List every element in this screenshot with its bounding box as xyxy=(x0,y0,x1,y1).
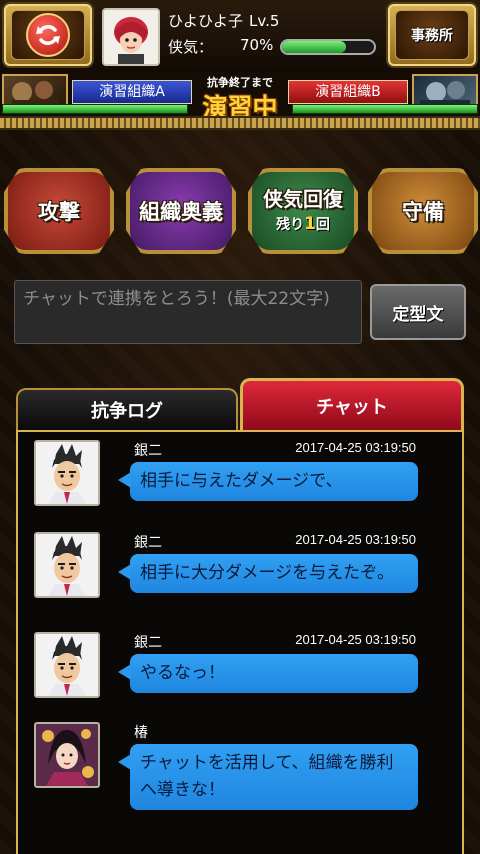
recover-kyoki-label: 侠気回復 xyxy=(263,186,343,211)
chat-message: 銀二 2017-04-25 03:19:50 相手に大分ダメージを与えたぞ。 xyxy=(18,528,462,628)
recover-kyoki-button-face: 侠気回復 残り1回 xyxy=(248,168,358,254)
message-timestamp: 2017-04-25 03:19:50 xyxy=(295,632,416,647)
office-label: 事務所 xyxy=(411,28,453,44)
team-b-hp-bar xyxy=(292,104,478,114)
message-sender: 銀二 xyxy=(134,635,162,651)
team-a-hp-bar xyxy=(2,104,188,114)
ginji-portrait xyxy=(34,532,100,598)
remaining-prefix: 残り xyxy=(276,216,305,233)
office-button[interactable]: 事務所 xyxy=(386,2,478,68)
message-bubble: 相手に与えたダメージで、 xyxy=(118,462,418,501)
top-header: ひよひよ子 Lv.5 侠気： 70% 事務所 xyxy=(0,0,480,72)
message-sender: 銀二 xyxy=(134,535,162,551)
ginji-portrait xyxy=(34,632,100,698)
team-b-emblem xyxy=(412,74,478,108)
team-b-label: 演習組織B xyxy=(288,80,408,104)
refresh-button[interactable] xyxy=(2,2,94,68)
message-bubble: やるなっ！ xyxy=(118,654,418,693)
kyoki-value: 70% xyxy=(240,36,274,54)
defend-label: 守備 xyxy=(402,200,444,224)
player-level: Lv.5 xyxy=(249,12,280,30)
refresh-icon xyxy=(26,13,70,57)
message-timestamp: 2017-04-25 03:19:50 xyxy=(295,532,416,547)
template-message-button[interactable]: 定型文 xyxy=(370,284,466,340)
chat-input[interactable] xyxy=(14,280,362,344)
player-name: ひよひよ子 Lv.5 xyxy=(168,10,279,31)
player-profile: ひよひよ子 Lv.5 侠気： 70% xyxy=(100,6,380,68)
office-button-inner: 事務所 xyxy=(395,10,469,60)
hp-divider xyxy=(0,116,480,130)
remaining-uses: 残り1回 xyxy=(276,214,330,234)
defend-button[interactable]: 守備 xyxy=(368,168,478,254)
remaining-count: 1 xyxy=(304,213,316,234)
recover-kyoki-button[interactable]: 侠気回復 残り1回 xyxy=(248,168,358,254)
kyoki-gauge xyxy=(280,39,376,55)
chat-message: 椿 チャットを活用して、組織を勝利へ導きな！ xyxy=(18,718,462,818)
secret-technique-button[interactable]: 組織奥義 xyxy=(126,168,236,254)
message-bubble: チャットを活用して、組織を勝利へ導きな！ xyxy=(118,744,418,810)
kyoki-gauge-fill xyxy=(282,41,347,53)
secret-technique-button-face: 組織奥義 xyxy=(126,168,236,254)
attack-label: 攻撃 xyxy=(38,200,80,224)
player-name-text: ひよひよ子 xyxy=(168,12,244,30)
defend-button-face: 守備 xyxy=(368,168,478,254)
player-avatar xyxy=(102,8,160,66)
tab-battle-log[interactable]: 抗争ログ xyxy=(16,388,238,430)
tsubaki-portrait xyxy=(34,722,100,788)
message-timestamp: 2017-04-25 03:19:50 xyxy=(295,440,416,455)
remaining-suffix: 回 xyxy=(315,216,330,233)
secret-technique-label: 組織奥義 xyxy=(139,200,223,224)
message-bubble: 相手に大分ダメージを与えたぞ。 xyxy=(118,554,418,593)
chat-message: 銀二 2017-04-25 03:19:50 相手に与えたダメージで、 xyxy=(18,436,462,536)
chat-message: 銀二 2017-04-25 03:19:50 やるなっ！ xyxy=(18,628,462,728)
attack-button[interactable]: 攻撃 xyxy=(4,168,114,254)
team-a-label: 演習組織A xyxy=(72,80,192,104)
tab-chat[interactable]: チャット xyxy=(240,378,464,430)
kyoki-label: 侠気： xyxy=(168,38,214,56)
attack-button-face: 攻撃 xyxy=(4,168,114,254)
message-sender: 銀二 xyxy=(134,443,162,459)
chat-panel: 銀二 2017-04-25 03:19:50 相手に与えたダメージで、 銀二 2… xyxy=(16,430,464,854)
team-a-emblem xyxy=(2,74,68,108)
message-sender: 椿 xyxy=(134,725,148,741)
refresh-button-inner xyxy=(11,10,85,60)
ginji-portrait xyxy=(34,440,100,506)
